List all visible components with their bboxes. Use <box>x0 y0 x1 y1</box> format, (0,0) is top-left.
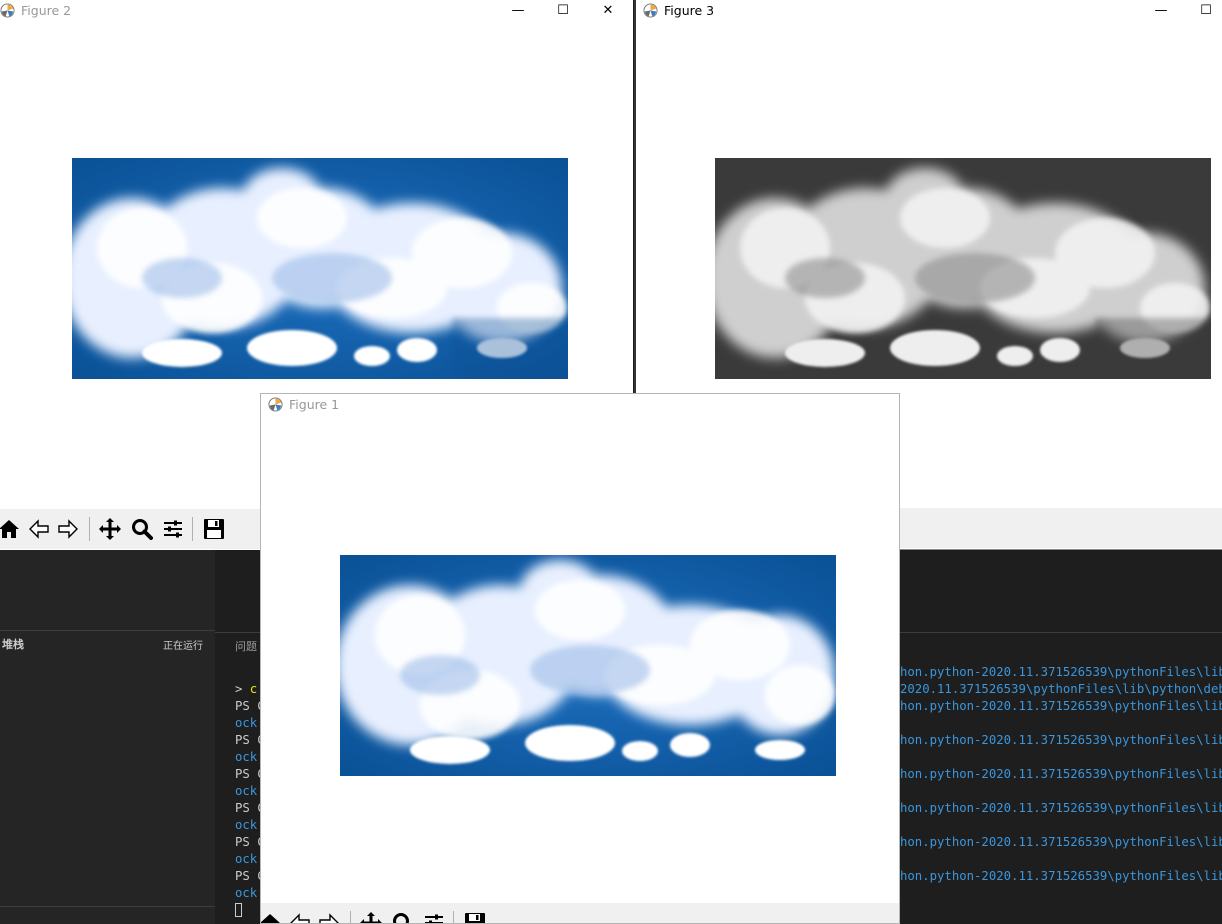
subplots-button[interactable] <box>160 516 186 542</box>
back-button[interactable] <box>287 910 313 923</box>
matplotlib-logo-icon <box>0 3 15 18</box>
magnifier-icon <box>132 519 153 540</box>
figure-1-titlebar[interactable]: Figure 1 <box>261 394 899 416</box>
home-button[interactable] <box>0 516 22 542</box>
arrow-right-icon <box>58 519 78 539</box>
matplotlib-logo-icon <box>268 397 283 412</box>
figure-2-image-axes[interactable] <box>72 158 568 379</box>
cloud-image-grayscale <box>715 158 1211 379</box>
toolbar-separator <box>192 517 193 541</box>
floppy-disk-icon <box>204 519 224 539</box>
save-button[interactable] <box>201 516 227 542</box>
home-icon <box>261 914 280 923</box>
figure-1-toolbar <box>261 903 899 923</box>
matplotlib-logo-icon <box>643 3 658 18</box>
terminal-line: hon.python-2020.11.371526539\pythonFiles… <box>900 733 1222 747</box>
pan-button[interactable] <box>97 516 123 542</box>
move-icon <box>99 518 121 540</box>
call-stack-status: 正在运行 <box>163 641 203 652</box>
terminal-cursor <box>235 903 242 917</box>
minimize-button[interactable]: — <box>495 0 541 22</box>
close-button[interactable]: ✕ <box>585 0 631 22</box>
move-icon <box>360 912 382 923</box>
terminal-line: hon.python-2020.11.371526539\pythonFiles… <box>900 699 1222 713</box>
figure-1-window[interactable]: Figure 1 <box>260 393 900 924</box>
home-icon <box>0 520 19 538</box>
sidebar-bottom-section[interactable] <box>0 906 215 924</box>
arrow-left-icon <box>290 913 310 923</box>
magnifier-icon <box>393 913 409 923</box>
vscode-sidebar <box>0 550 215 924</box>
floppy-disk-icon <box>465 913 485 923</box>
toolbar-separator <box>453 911 454 923</box>
sliders-icon <box>425 914 443 923</box>
terminal-line: > c <box>235 682 258 696</box>
figure-1-title: Figure 1 <box>289 397 340 412</box>
maximize-button[interactable]: ☐ <box>540 0 586 22</box>
figure-3-image-axes[interactable] <box>715 158 1211 379</box>
minimize-button[interactable]: — <box>1138 0 1184 22</box>
figure-2-titlebar[interactable]: Figure 2 — ☐ ✕ <box>0 0 633 22</box>
call-stack-title: 堆栈 <box>2 638 24 651</box>
zoom-button[interactable] <box>129 516 155 542</box>
terminal-line: hon.python-2020.11.371526539\pythonFiles… <box>900 869 1222 883</box>
forward-button[interactable] <box>316 910 342 923</box>
arrow-right-icon <box>319 913 339 923</box>
subplots-button[interactable] <box>421 910 447 923</box>
cloud-image-color <box>340 555 836 776</box>
forward-button[interactable] <box>55 516 81 542</box>
figure-3-title: Figure 3 <box>664 3 715 18</box>
sliders-icon <box>164 520 182 538</box>
cloud-image-color <box>72 158 568 379</box>
terminal-line: hon.python-2020.11.371526539\pythonFiles… <box>900 801 1222 815</box>
back-button[interactable] <box>26 516 52 542</box>
toolbar-separator <box>350 911 351 923</box>
home-button[interactable] <box>261 910 283 923</box>
figure-2-title: Figure 2 <box>21 3 72 18</box>
figure-1-image-axes[interactable] <box>340 555 836 776</box>
terminal-line: 2020.11.371526539\pythonFiles\lib\python… <box>900 682 1222 696</box>
maximize-button[interactable]: ☐ <box>1183 0 1222 22</box>
tab-problems[interactable]: 问题 <box>235 638 257 654</box>
figure-3-titlebar[interactable]: Figure 3 — ☐ <box>636 0 1222 22</box>
pan-button[interactable] <box>358 910 384 923</box>
terminal-line: hon.python-2020.11.371526539\pythonFiles… <box>900 665 1222 679</box>
save-button[interactable] <box>462 910 488 923</box>
terminal-line: hon.python-2020.11.371526539\pythonFiles… <box>900 835 1222 849</box>
arrow-left-icon <box>29 519 49 539</box>
zoom-button[interactable] <box>390 910 416 923</box>
call-stack-header[interactable]: 堆栈 正在运行 <box>0 630 215 654</box>
toolbar-separator <box>89 517 90 541</box>
terminal-line: hon.python-2020.11.371526539\pythonFiles… <box>900 767 1222 781</box>
